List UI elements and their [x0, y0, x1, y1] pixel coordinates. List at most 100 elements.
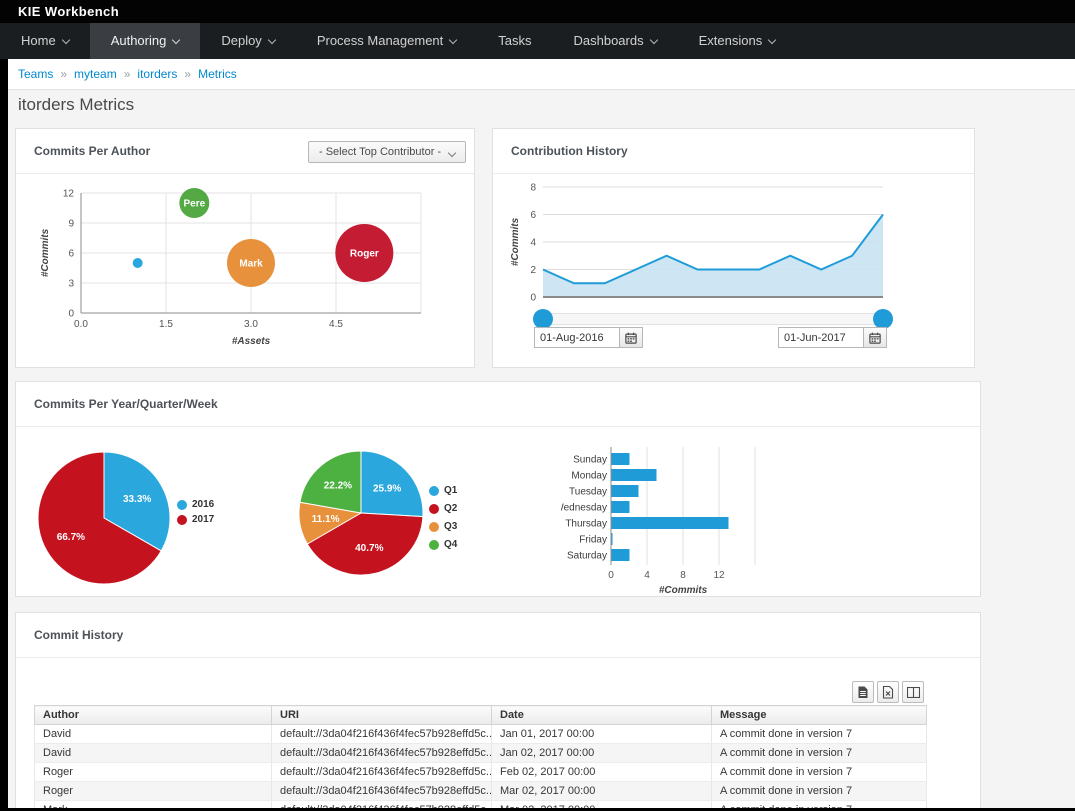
chevron-down-icon: [448, 149, 456, 157]
table-cell: default://3da04f216f436f4fec57b928effd5c…: [272, 801, 492, 809]
chevron-down-icon: [61, 36, 69, 44]
column-header-uri[interactable]: URI: [272, 706, 492, 725]
bar-tuesday[interactable]: [612, 485, 639, 497]
legend-dot: [429, 486, 439, 496]
date-from-input[interactable]: [534, 327, 620, 348]
legend-item-2016[interactable]: 2016: [177, 499, 214, 510]
svg-text:Wednesday: Wednesday: [561, 503, 607, 514]
columns-button[interactable]: [902, 681, 924, 703]
slider-handle-right[interactable]: [873, 309, 893, 329]
table-row: Markdefault://3da04f216f436f4fec57b928ef…: [35, 801, 927, 809]
table-cell: Jan 01, 2017 00:00: [492, 725, 712, 744]
calendar-icon: [869, 332, 881, 344]
table-cell: A commit done in version 7: [712, 744, 927, 763]
slider-track[interactable]: [543, 313, 883, 325]
table-cell: Mar 02, 2017 00:00: [492, 801, 712, 809]
legend-item-q2[interactable]: Q2: [429, 503, 457, 514]
table-cell: David: [35, 725, 272, 744]
legend-item-2017[interactable]: 2017: [177, 514, 214, 525]
breadcrumb-link-itorders[interactable]: itorders: [137, 67, 177, 81]
nav-item-deploy[interactable]: Deploy: [200, 23, 295, 59]
legend-item-q4[interactable]: Q4: [429, 539, 457, 550]
date-to-input[interactable]: [778, 327, 864, 348]
page-title: itorders Metrics: [18, 95, 134, 115]
nav-item-home[interactable]: Home: [0, 23, 90, 59]
bubble-pere[interactable]: Pere: [179, 188, 209, 218]
legend-label: Q3: [444, 521, 457, 532]
bar-wednesday[interactable]: [612, 501, 630, 513]
nav-item-process-management[interactable]: Process Management: [296, 23, 477, 59]
svg-text:0: 0: [530, 293, 536, 304]
breadcrumb-separator: »: [184, 67, 191, 81]
svg-text:Mark: Mark: [239, 259, 263, 270]
svg-text:6: 6: [68, 249, 74, 260]
breadcrumb-link-metrics[interactable]: Metrics: [198, 67, 237, 81]
svg-text:3: 3: [68, 279, 74, 290]
legend-item-q1[interactable]: Q1: [429, 485, 457, 496]
table-row: Rogerdefault://3da04f216f436f4fec57b928e…: [35, 782, 927, 801]
brand-title: KIE Workbench: [18, 4, 119, 19]
bar-monday[interactable]: [612, 469, 657, 481]
column-header-author[interactable]: Author: [35, 706, 272, 725]
svg-text:11.1%: 11.1%: [312, 514, 340, 525]
bubble-roger[interactable]: Roger: [335, 224, 393, 282]
chevron-down-icon: [172, 36, 180, 44]
bar-saturday[interactable]: [612, 549, 630, 561]
panel-header: Commits Per Year/Quarter/Week: [16, 382, 980, 427]
panel-commit-history: Commit History: [15, 612, 981, 808]
columns-icon: [907, 687, 920, 698]
breadcrumb: Teams»myteam»itorders»Metrics: [8, 59, 1075, 90]
svg-text:Roger: Roger: [350, 249, 379, 260]
table-cell: default://3da04f216f436f4fec57b928effd5c…: [272, 782, 492, 801]
breadcrumb-link-myteam[interactable]: myteam: [74, 67, 117, 81]
legend-dot: [429, 540, 439, 550]
contribution-history-area-chart: 02468#Commits: [508, 179, 958, 307]
legend-label: Q2: [444, 503, 457, 514]
top-contributor-select[interactable]: - Select Top Contributor -: [308, 141, 466, 163]
commits-per-author-bubble-chart: 0369120.01.53.04.5#Assets#CommitsPereMar…: [36, 185, 466, 361]
nav-item-authoring[interactable]: Authoring: [90, 23, 201, 59]
table-toolbar: [852, 681, 924, 703]
bar-friday[interactable]: [612, 533, 613, 545]
legend-item-q3[interactable]: Q3: [429, 521, 457, 532]
chevron-down-icon: [649, 36, 657, 44]
svg-text:6: 6: [530, 210, 536, 221]
breadcrumb-link-teams[interactable]: Teams: [18, 67, 53, 81]
export-csv-button[interactable]: [852, 681, 874, 703]
panel-title: Contribution History: [493, 129, 974, 174]
bubble-point[interactable]: [133, 258, 143, 268]
svg-text:25.9%: 25.9%: [373, 483, 401, 494]
svg-text:8: 8: [530, 183, 536, 194]
slider-handle-left[interactable]: [533, 309, 553, 329]
top-contributor-select-value: - Select Top Contributor -: [319, 146, 441, 158]
calendar-from-button[interactable]: [620, 327, 643, 348]
chevron-down-icon: [768, 36, 776, 44]
calendar-icon: [625, 332, 637, 344]
table-cell: Jan 02, 2017 00:00: [492, 744, 712, 763]
legend-label: Q1: [444, 485, 457, 496]
svg-text:12: 12: [713, 570, 725, 581]
breadcrumb-separator: »: [124, 67, 131, 81]
nav-item-tasks[interactable]: Tasks: [477, 23, 552, 59]
file-excel-icon: [882, 686, 894, 699]
nav-item-dashboards[interactable]: Dashboards: [553, 23, 678, 59]
table-cell: David: [35, 744, 272, 763]
bar-thursday[interactable]: [612, 517, 729, 529]
calendar-to-button[interactable]: [864, 327, 887, 348]
svg-text:Pere: Pere: [183, 199, 205, 210]
svg-text:4: 4: [530, 238, 536, 249]
table-cell: A commit done in version 7: [712, 763, 927, 782]
export-excel-button[interactable]: [877, 681, 899, 703]
bar-sunday[interactable]: [612, 453, 630, 465]
column-header-message[interactable]: Message: [712, 706, 927, 725]
nav-item-extensions[interactable]: Extensions: [678, 23, 797, 59]
svg-text:22.2%: 22.2%: [324, 480, 352, 491]
table-cell: Feb 02, 2017 00:00: [492, 763, 712, 782]
legend-dot: [177, 515, 187, 525]
panel-title: Commits Per Year/Quarter/Week: [16, 382, 980, 427]
bubble-mark[interactable]: Mark: [227, 239, 275, 287]
chevron-down-icon: [268, 36, 276, 44]
column-header-date[interactable]: Date: [492, 706, 712, 725]
quarter-pie-legend: Q1 Q2 Q3 Q4: [429, 485, 457, 557]
svg-text:33.3%: 33.3%: [123, 494, 151, 505]
